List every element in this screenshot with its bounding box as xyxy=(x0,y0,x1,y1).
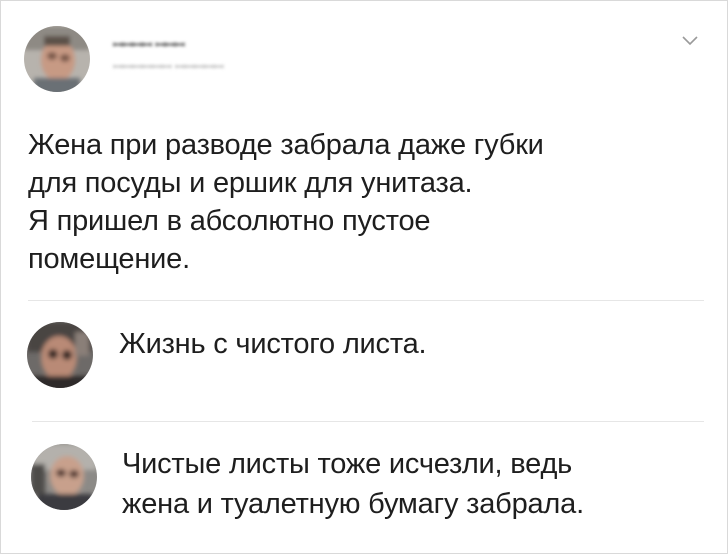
comment-avatar[interactable] xyxy=(31,444,97,510)
comment-text-line: жена и туалетную бумагу забрала. xyxy=(122,488,584,520)
author-avatar[interactable] xyxy=(24,26,90,92)
user-avatar-icon xyxy=(27,322,93,388)
author-name[interactable]: ꟷꟷꟷꟷ ꟷꟷꟷ xyxy=(113,36,185,53)
comment-text-line: Жизнь с чистого листа. xyxy=(119,328,427,360)
comment-text: Жизнь с чистого листа. xyxy=(119,324,427,364)
post-text-line: помещение. xyxy=(28,243,190,275)
comment-text: Чистые листы тоже исчезли, ведь жена и т… xyxy=(122,444,584,524)
comment-text-line: Чистые листы тоже исчезли, ведь xyxy=(122,448,573,480)
post-text: Жена при разводе забрала даже губки для … xyxy=(28,126,708,278)
chevron-down-icon[interactable] xyxy=(680,34,700,48)
author-handle[interactable]: ꟷꟷꟷꟷꟷꟷ ꟷꟷꟷꟷꟷ xyxy=(113,58,224,75)
divider xyxy=(28,300,704,301)
post-text-line: Жена при разводе забрала даже губки xyxy=(28,129,544,161)
post-text-line: для посуды и ершик для унитаза. xyxy=(28,167,473,199)
comment-avatar[interactable] xyxy=(27,322,93,388)
user-avatar-icon xyxy=(31,444,97,510)
post-text-line: Я пришел в абсолютно пустое xyxy=(28,205,431,237)
divider xyxy=(32,421,704,422)
user-avatar-icon xyxy=(24,26,90,92)
